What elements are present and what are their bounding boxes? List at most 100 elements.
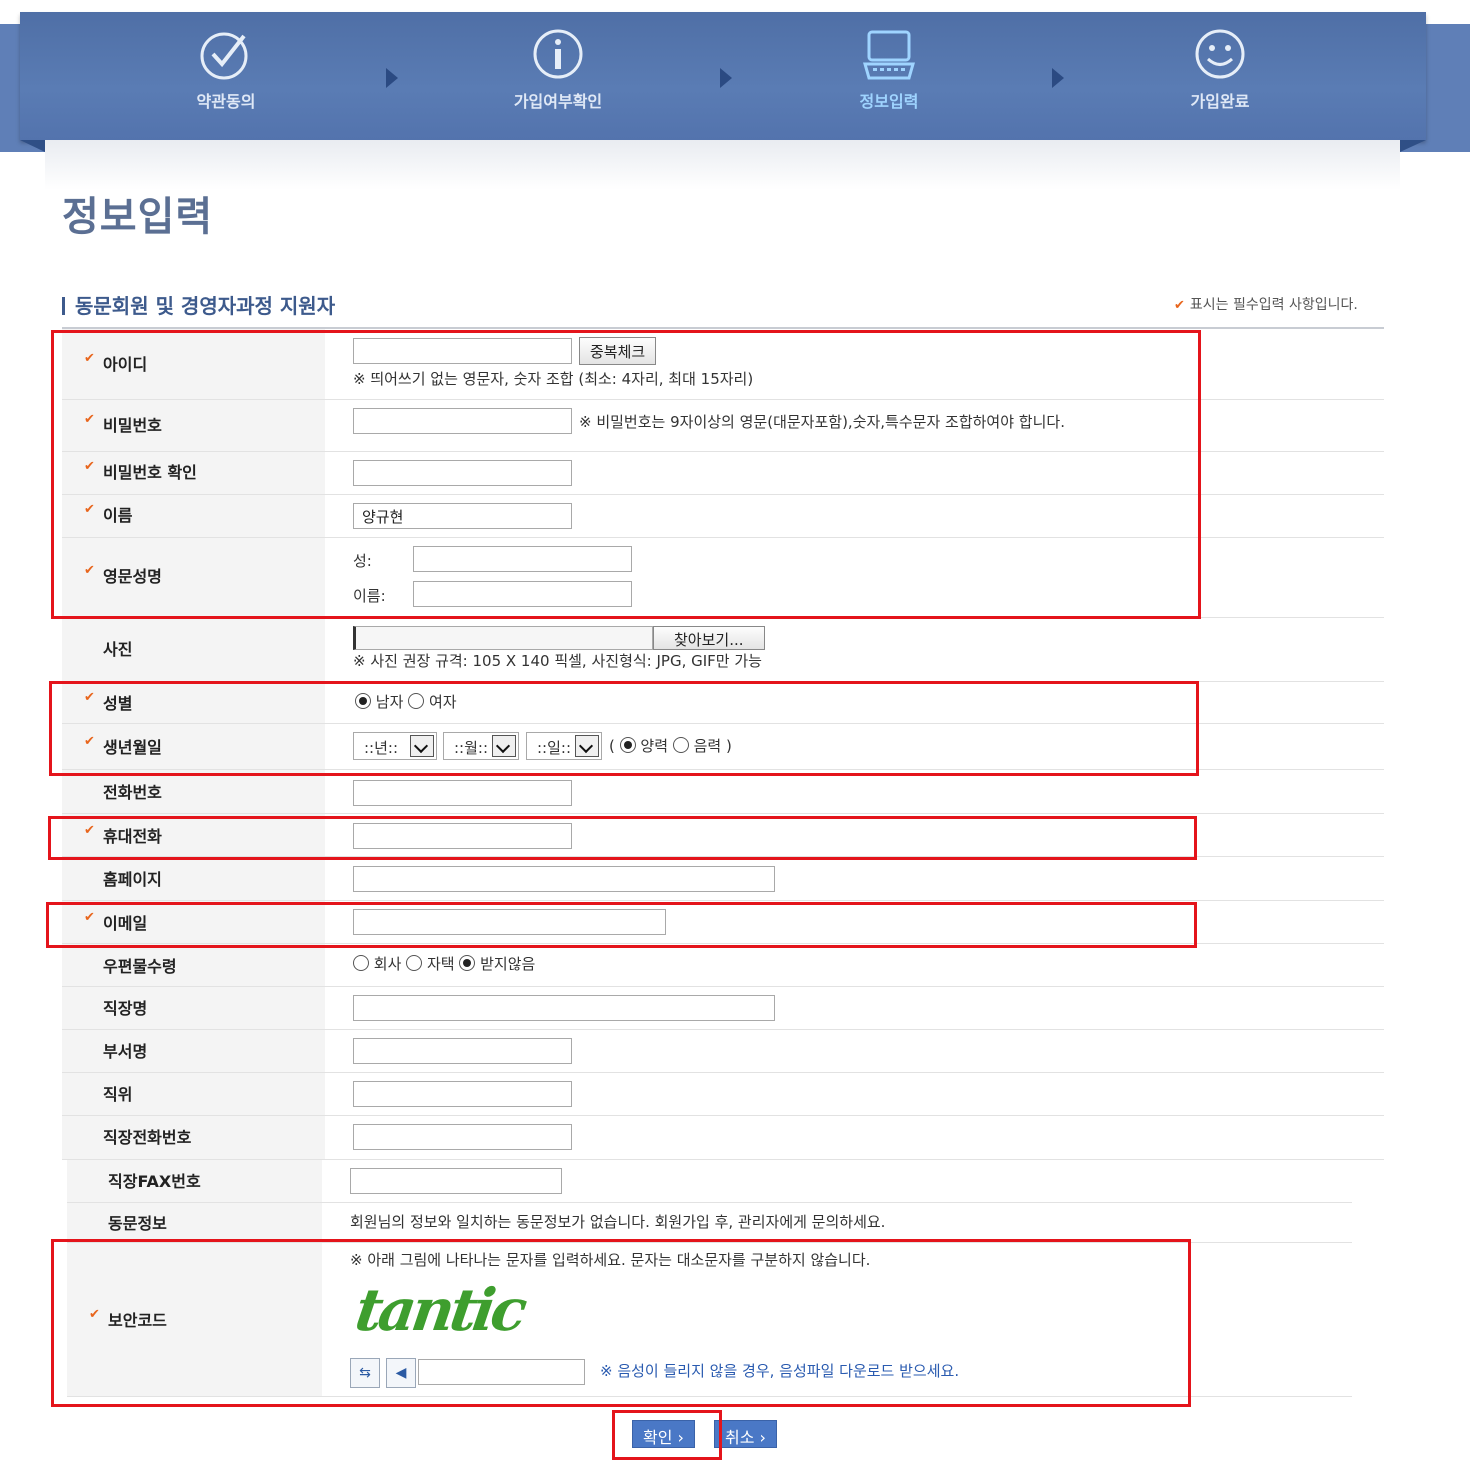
step-terms-agree: 약관동의 <box>146 26 306 112</box>
field-label: 홈페이지 <box>62 857 325 900</box>
birth-month-select[interactable]: ::월:: <box>443 732 519 760</box>
row-homepage: 홈페이지 <box>62 857 1384 901</box>
cancel-button[interactable]: 취소 › <box>714 1420 777 1448</box>
smiley-icon <box>1195 29 1245 79</box>
step-label: 약관동의 <box>196 92 256 111</box>
field-value: 중복체크 ※ 띄어쓰기 없는 영문자, 숫자 조합 (최소: 4자리, 최대 1… <box>353 329 1384 399</box>
email-input[interactable] <box>353 909 666 935</box>
speaker-icon[interactable]: ◀ <box>386 1358 416 1388</box>
required-check-icon: ✔ <box>84 563 95 578</box>
chevron-down-icon <box>575 735 599 757</box>
birth-year-select[interactable]: ::년:: <box>353 732 437 760</box>
english-name-label: 영문성명 <box>103 567 162 586</box>
step-label: 가입완료 <box>1190 92 1250 111</box>
row-photo: 사진 찾아보기... ※ 사진 권장 규격: 105 X 140 픽셀, 사진형… <box>62 618 1384 682</box>
name-input[interactable] <box>353 503 572 529</box>
mail-none-radio[interactable] <box>459 955 476 971</box>
field-value <box>353 1073 1384 1115</box>
chevron-down-icon <box>410 735 434 757</box>
field-value <box>353 1030 1384 1072</box>
row-english-name: ✔ 영문성명 성: 이름: <box>62 538 1384 618</box>
password-confirm-input[interactable] <box>353 460 572 486</box>
work-phone-input[interactable] <box>353 1124 572 1150</box>
field-label: 부서명 <box>62 1030 325 1072</box>
department-label: 부서명 <box>103 1042 148 1061</box>
field-label: ✔ 성별 <box>62 682 325 723</box>
step-info-input: 정보입력 <box>809 26 969 112</box>
work-fax-input[interactable] <box>350 1168 562 1194</box>
security-hint: ※ 아래 그림에 나타나는 문자를 입력하세요. 문자는 대소문자를 구분하지 … <box>350 1251 871 1269</box>
password-confirm-label: 비밀번호 확인 <box>103 463 197 482</box>
photo-file-path[interactable] <box>353 626 653 650</box>
required-check-icon: ✔ <box>84 351 95 366</box>
photo-label: 사진 <box>103 640 133 659</box>
work-fax-label: 직장FAX번호 <box>108 1172 201 1191</box>
row-position: 직위 <box>62 1073 1384 1116</box>
required-check-icon: ✔ <box>84 910 95 925</box>
email-label: 이메일 <box>103 914 148 933</box>
refresh-icon[interactable]: ⇆ <box>350 1358 380 1388</box>
row-company: 직장명 <box>62 987 1384 1030</box>
alumni-info-text: 회원님의 정보와 일치하는 동문정보가 없습니다. 회원가입 후, 관리자에게 … <box>350 1213 886 1231</box>
dup-check-button[interactable]: 중복체크 <box>579 337 657 365</box>
row-phone: 전화번호 <box>62 770 1384 814</box>
field-label: 직위 <box>62 1073 325 1115</box>
field-label: 사진 <box>62 618 325 681</box>
solar-label: 양력 <box>640 737 669 755</box>
birth-day-select[interactable]: ::일:: <box>526 732 602 760</box>
row-mail-receive: 우편물수령 회사 자택 받지않음 <box>62 944 1384 987</box>
required-check-icon: ✔ <box>84 823 95 838</box>
solar-radio[interactable] <box>619 737 636 753</box>
step-arrow-icon <box>720 68 732 88</box>
required-check-icon: ✔ <box>84 459 95 474</box>
homepage-input[interactable] <box>353 866 775 892</box>
mobile-input[interactable] <box>353 823 572 849</box>
field-label: 직장FAX번호 <box>67 1160 322 1202</box>
lunar-radio[interactable] <box>672 737 689 753</box>
english-first-name-input[interactable] <box>413 581 632 607</box>
id-label: 아이디 <box>103 355 148 374</box>
signup-page: 약관동의 가입여부확인 정보입력 가입완료 정보입력 동문회원 및 경영자과정 … <box>0 0 1470 1466</box>
row-work-fax: 직장FAX번호 <box>67 1160 1352 1203</box>
field-label: 동문정보 <box>67 1203 322 1242</box>
browse-button[interactable]: 찾아보기... <box>653 626 765 650</box>
confirm-button[interactable]: 확인 › <box>632 1420 695 1448</box>
field-label: 전화번호 <box>62 770 325 813</box>
position-input[interactable] <box>353 1081 572 1107</box>
field-value: 성: 이름: <box>353 538 1384 617</box>
field-label: ✔ 보안코드 <box>67 1243 322 1396</box>
field-value <box>353 814 1384 856</box>
section-title: 동문회원 및 경영자과정 지원자 <box>62 290 335 319</box>
mail-home-radio[interactable] <box>406 955 423 971</box>
row-id: ✔ 아이디 중복체크 ※ 띄어쓰기 없는 영문자, 숫자 조합 (최소: 4자리,… <box>62 329 1384 400</box>
english-last-name-input[interactable] <box>413 546 632 572</box>
company-input[interactable] <box>353 995 775 1021</box>
field-value: 찾아보기... ※ 사진 권장 규격: 105 X 140 픽셀, 사진형식: … <box>353 618 1384 681</box>
laptop-icon <box>863 30 915 80</box>
gender-female-label: 여자 <box>428 693 457 711</box>
field-label: ✔ 아이디 <box>62 329 325 399</box>
gender-male-radio[interactable] <box>355 693 371 709</box>
field-label: ✔ 영문성명 <box>62 538 325 617</box>
field-label: ✔ 생년월일 <box>62 724 325 769</box>
security-code-label: 보안코드 <box>108 1311 167 1330</box>
birth-year-value: ::년:: <box>364 739 399 757</box>
id-input[interactable] <box>353 338 572 364</box>
field-label: 우편물수령 <box>62 944 325 986</box>
field-value: 회원님의 정보와 일치하는 동문정보가 없습니다. 회원가입 후, 관리자에게 … <box>350 1203 1352 1242</box>
audio-hint: ※ 음성이 들리지 않을 경우, 음성파일 다운로드 받으세요. <box>600 1362 960 1380</box>
birth-label: 생년월일 <box>103 738 162 757</box>
gender-female-radio[interactable] <box>408 693 425 709</box>
row-alumni-info: 동문정보 회원님의 정보와 일치하는 동문정보가 없습니다. 회원가입 후, 관… <box>67 1203 1352 1243</box>
step-complete: 가입완료 <box>1140 26 1300 112</box>
security-code-input[interactable] <box>418 1359 585 1385</box>
alumni-info-label: 동문정보 <box>108 1214 167 1233</box>
company-label: 직장명 <box>103 999 148 1018</box>
phone-input[interactable] <box>353 780 572 806</box>
mobile-label: 휴대전화 <box>103 827 162 846</box>
field-label: ✔ 이름 <box>62 495 325 537</box>
password-input[interactable] <box>353 408 572 434</box>
mail-company-radio[interactable] <box>353 955 369 971</box>
calendar-options: ( 양력 음력 ) <box>609 735 732 756</box>
department-input[interactable] <box>353 1038 572 1064</box>
